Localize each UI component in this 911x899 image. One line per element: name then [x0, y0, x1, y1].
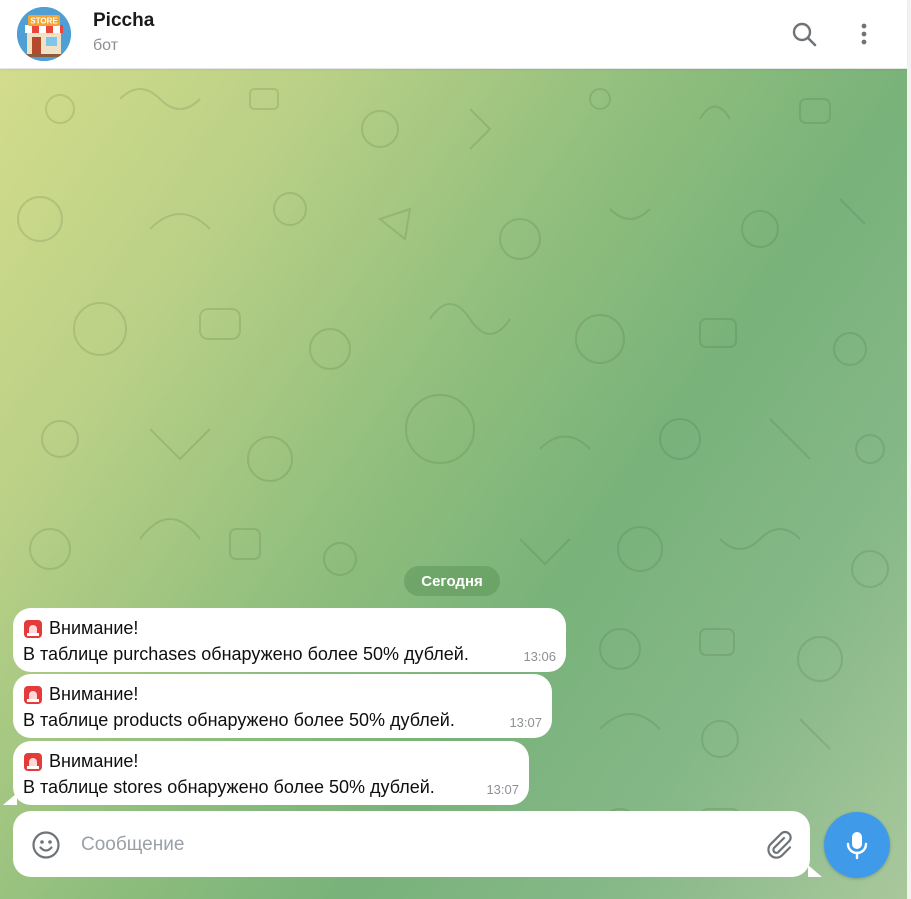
message-composer — [13, 811, 822, 877]
message-bubble-1[interactable]: Внимание! В таблице purchases обнаружено… — [13, 608, 566, 672]
chat-title: Piccha — [93, 10, 155, 31]
message-input[interactable] — [79, 829, 743, 861]
composer-tail — [808, 865, 822, 877]
siren-icon — [24, 752, 42, 771]
message-bubble-3[interactable]: Внимание! В таблице stores обнаружено бо… — [3, 741, 529, 805]
svg-text:STORE: STORE — [30, 17, 58, 26]
chat-subtitle: бот — [93, 37, 119, 54]
search-icon — [792, 22, 817, 47]
search-button[interactable] — [784, 14, 824, 54]
message-heading: Внимание! — [49, 618, 139, 638]
window-edge — [907, 0, 911, 899]
message-text: В таблице stores обнаружено более 50% ду… — [23, 777, 435, 797]
message-heading: Внимание! — [49, 751, 139, 771]
record-voice-button[interactable] — [824, 812, 890, 878]
paperclip-icon[interactable] — [763, 829, 795, 861]
siren-icon — [24, 685, 42, 704]
more-vertical-icon — [861, 23, 867, 45]
message-heading: Внимание! — [49, 684, 139, 704]
microphone-icon — [846, 832, 868, 860]
message-time: 13:07 — [486, 782, 519, 797]
message-text: В таблице products обнаружено более 50% … — [23, 710, 455, 730]
message-text: В таблице purchases обнаружено более 50%… — [23, 644, 469, 664]
siren-icon — [24, 619, 42, 638]
message-time: 13:06 — [523, 649, 556, 664]
emoji-icon[interactable] — [31, 830, 61, 860]
chat-area: Сегодня Внимание! В таблице purchases об… — [0, 69, 907, 899]
more-menu-button[interactable] — [844, 14, 884, 54]
message-time: 13:07 — [509, 715, 542, 730]
bubble-tail — [3, 793, 17, 805]
message-bubble-2[interactable]: Внимание! В таблице products обнаружено … — [13, 674, 552, 738]
chat-header: STORE Piccha бот — [0, 0, 907, 69]
bot-avatar[interactable]: STORE — [17, 7, 71, 61]
date-separator: Сегодня — [404, 566, 500, 596]
